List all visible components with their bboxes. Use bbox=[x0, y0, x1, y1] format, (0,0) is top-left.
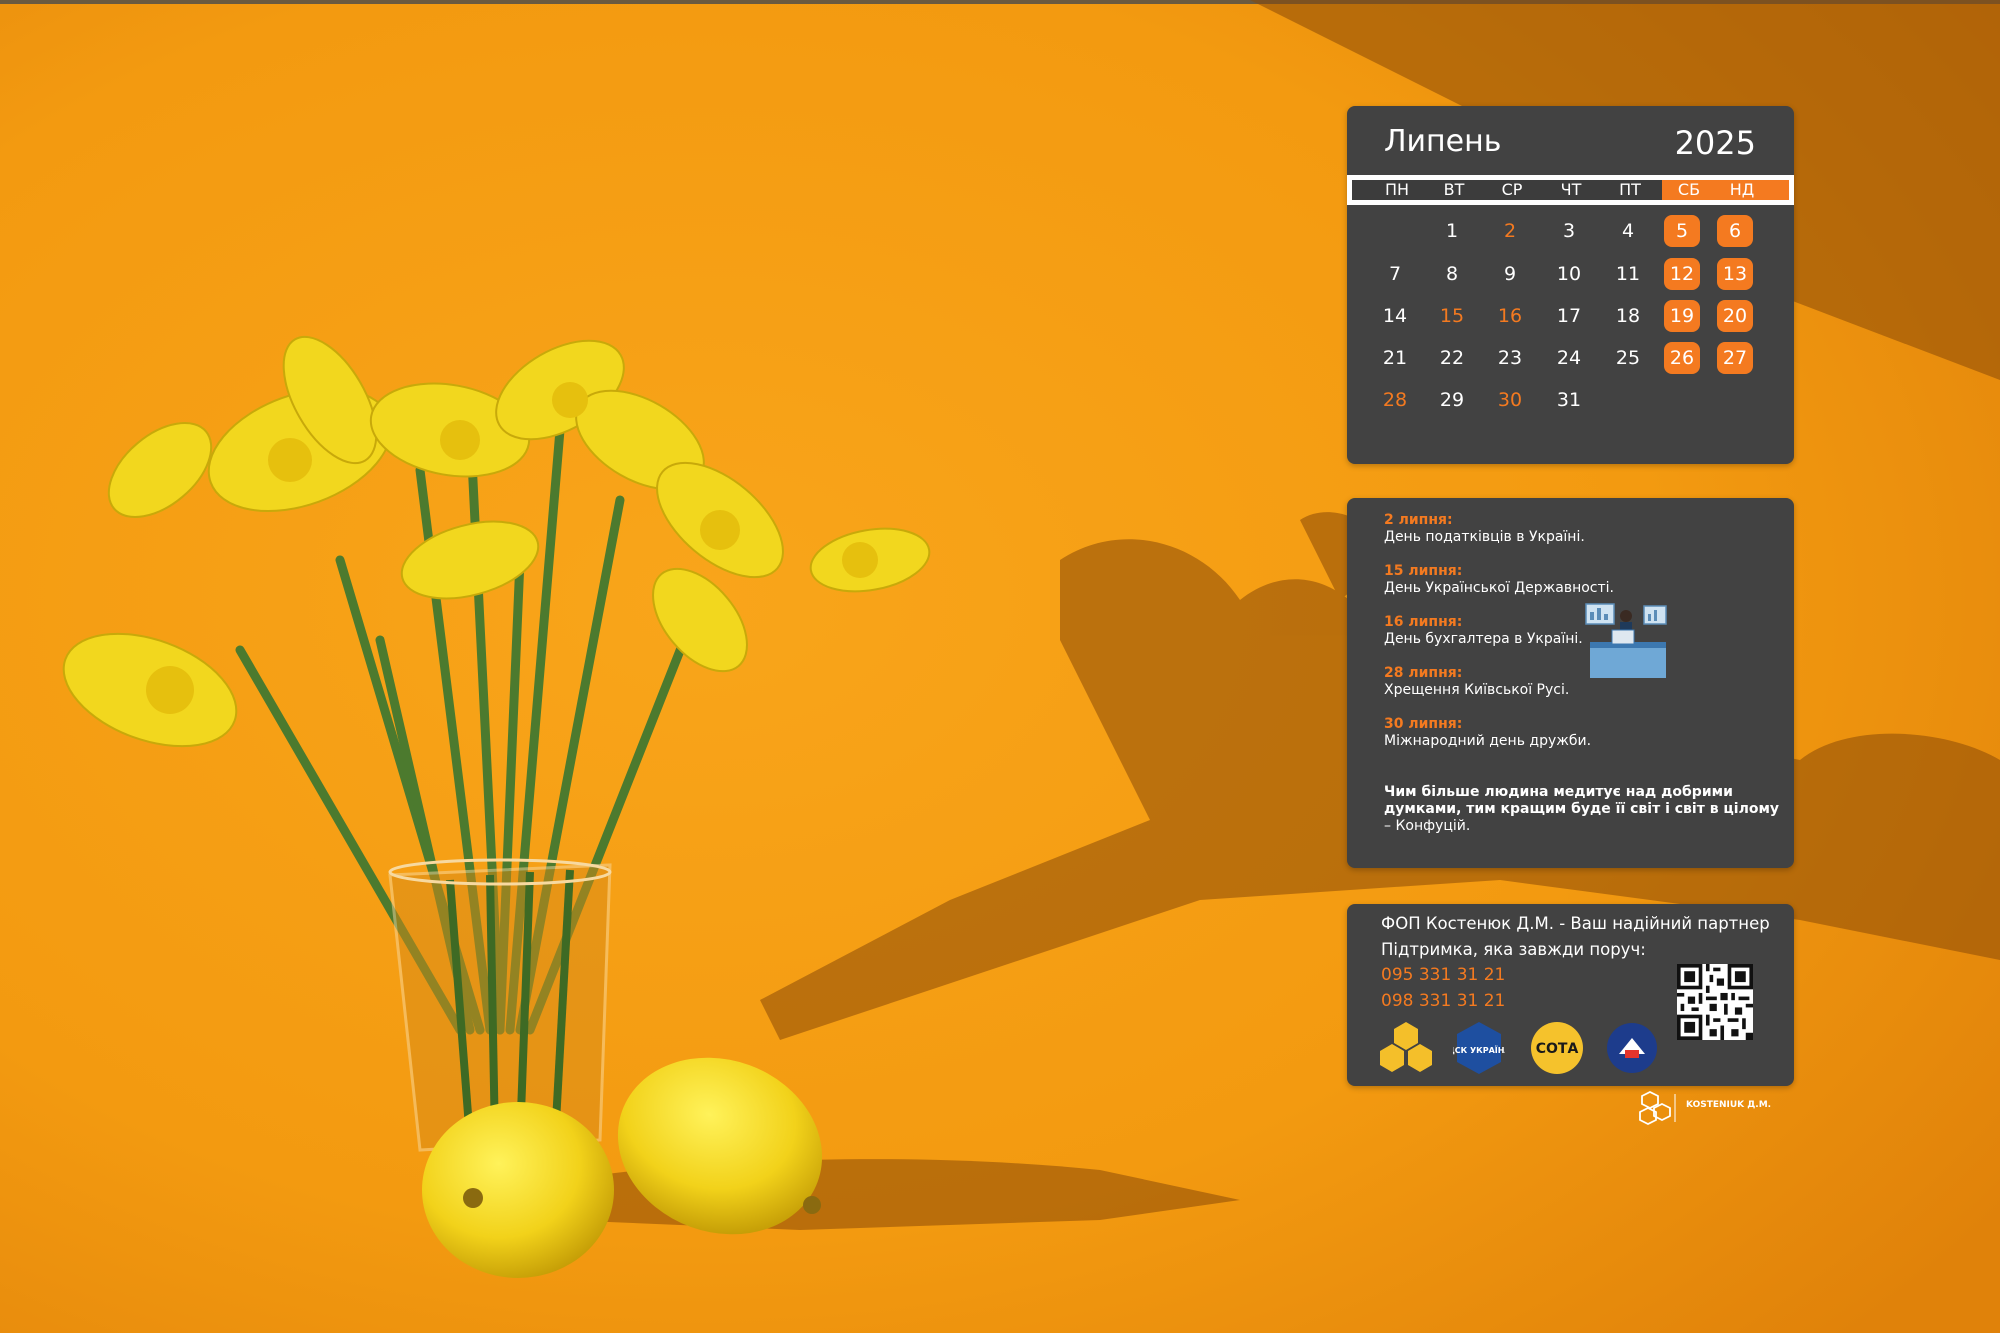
calendar-day: 10 bbox=[1556, 263, 1582, 285]
calendar-day: 4 bbox=[1621, 220, 1635, 242]
calendar-day: 3 bbox=[1562, 220, 1576, 242]
phone-number[interactable]: 095 331 31 21 bbox=[1381, 965, 1505, 985]
calendar-day: 27 bbox=[1717, 342, 1753, 374]
event-name: День Української Державності. bbox=[1384, 580, 1615, 596]
calendar-day: 1 bbox=[1445, 220, 1459, 242]
weekday-label: ВТ bbox=[1443, 180, 1465, 199]
calendar-day: 12 bbox=[1664, 258, 1700, 290]
calendar-month: Липень bbox=[1384, 124, 1502, 159]
calendar-day: 31 bbox=[1556, 389, 1582, 411]
weekday-label: ПТ bbox=[1619, 180, 1641, 199]
calendar-day: 21 bbox=[1382, 347, 1408, 369]
brand-logo-icon bbox=[1639, 1090, 1676, 1126]
calendar-day: 16 bbox=[1497, 305, 1523, 327]
csk-ukraine-logo-icon: ЦСК УКРАЇНА bbox=[1453, 1022, 1505, 1074]
weekday-label: СР bbox=[1501, 180, 1523, 199]
calendar-day: 5 bbox=[1664, 215, 1700, 247]
event-name: Хрещення Київської Русі. bbox=[1384, 682, 1570, 698]
event-date: 2 липня: bbox=[1384, 512, 1453, 528]
calendar-day: 26 bbox=[1664, 342, 1700, 374]
event-date: 16 липня: bbox=[1384, 614, 1463, 630]
logo-label: СОТА bbox=[1536, 1041, 1579, 1057]
calendar-day: 20 bbox=[1717, 300, 1753, 332]
calendar-day: 28 bbox=[1382, 389, 1408, 411]
calendar-day: 24 bbox=[1556, 347, 1582, 369]
brand-text: KOSTENIUK Д.М. bbox=[1686, 1100, 1772, 1110]
calendar-day: 7 bbox=[1388, 263, 1402, 285]
event-name: День податківців в Україні. bbox=[1384, 529, 1585, 545]
calendar-day: 6 bbox=[1717, 215, 1753, 247]
qr-code[interactable] bbox=[1677, 964, 1753, 1040]
calendar-day: 9 bbox=[1503, 263, 1517, 285]
calendar-day: 17 bbox=[1556, 305, 1582, 327]
calendar-day: 19 bbox=[1664, 300, 1700, 332]
calendar-day: 23 bbox=[1497, 347, 1523, 369]
quote-author: – Конфуцій. bbox=[1384, 818, 1471, 834]
event-date: 15 липня: bbox=[1384, 563, 1463, 579]
calendar-day: 13 bbox=[1717, 258, 1753, 290]
company-line: ФОП Костенюк Д.М. - Ваш надійний партнер bbox=[1381, 914, 1770, 933]
weekday-label: ПН bbox=[1384, 180, 1410, 199]
calendar-day: 15 bbox=[1439, 305, 1465, 327]
calendar-day: 8 bbox=[1445, 263, 1459, 285]
event-date: 28 липня: bbox=[1384, 665, 1463, 681]
honeycomb-logo-icon bbox=[1380, 1022, 1432, 1072]
weekday-header: ПН ВТ СР ЧТ ПТ СБ НД bbox=[1347, 175, 1794, 205]
calendar-day: 22 bbox=[1439, 347, 1465, 369]
calendar-day: 2 bbox=[1503, 220, 1517, 242]
calendar-day: 29 bbox=[1439, 389, 1465, 411]
brand-mark: KOSTENIUK Д.М. bbox=[1636, 1090, 1771, 1130]
calendar-day: 18 bbox=[1615, 305, 1641, 327]
weekday-label: ЧТ bbox=[1560, 180, 1582, 199]
phone-number[interactable]: 098 331 31 21 bbox=[1381, 991, 1505, 1011]
contact-panel: ФОП Костенюк Д.М. - Ваш надійний партнер… bbox=[1347, 904, 1794, 1086]
logo-label: ЦСК УКРАЇНА bbox=[1453, 1045, 1505, 1055]
quote: Чим більше людина медитує над добрими ду… bbox=[1384, 784, 1784, 835]
calendar-year: 2025 bbox=[1674, 124, 1756, 162]
weekday-label: СБ bbox=[1677, 180, 1701, 199]
event-date: 30 липня: bbox=[1384, 716, 1463, 732]
accountant-illustration bbox=[1585, 603, 1667, 678]
events-panel: 2 липня: День податківців в Україні. 15 … bbox=[1347, 498, 1794, 868]
quote-text: Чим більше людина медитує над добрими ду… bbox=[1384, 784, 1780, 817]
calendar-panel: Липень 2025 ПН ВТ СР ЧТ ПТ СБ НД 1234567… bbox=[1347, 106, 1794, 464]
weekday-label: НД bbox=[1729, 180, 1755, 199]
support-line: Підтримка, яка завжди поруч: bbox=[1381, 940, 1646, 959]
sota-logo-icon: СОТА bbox=[1531, 1022, 1583, 1074]
event-name: День бухгалтера в Україні. bbox=[1384, 631, 1583, 647]
calendar-day: 30 bbox=[1497, 389, 1523, 411]
event-name: Міжнародний день дружби. bbox=[1384, 733, 1592, 749]
calendar-day: 14 bbox=[1382, 305, 1408, 327]
calendar-day: 25 bbox=[1615, 347, 1641, 369]
calendar-day: 11 bbox=[1615, 263, 1641, 285]
medoc-logo-icon bbox=[1607, 1023, 1657, 1073]
